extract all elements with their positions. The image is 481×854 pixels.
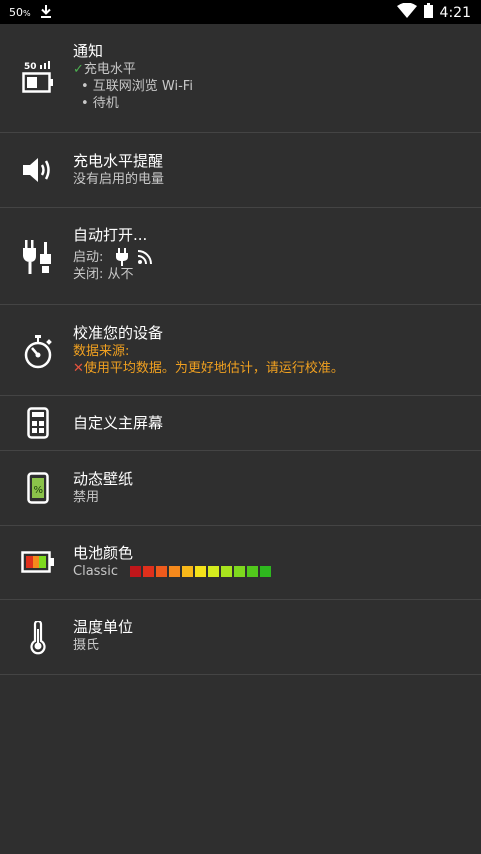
calibrate-text: 校准您的设备 数据来源: ✕使用平均数据。为更好地估计，请运行校准。 bbox=[73, 323, 471, 377]
calibrate-source-text: ✕使用平均数据。为更好地估计，请运行校准。 bbox=[73, 361, 344, 376]
notification-title: 通知 bbox=[73, 42, 104, 60]
wallpaper-setting[interactable]: % 动态壁纸 禁用 bbox=[0, 451, 481, 526]
temperature-title: 温度单位 bbox=[73, 618, 134, 636]
charge-alert-subtitle: 没有启用的电量 bbox=[73, 172, 165, 187]
battery-notification-icon: 50 bbox=[20, 60, 56, 94]
calibrate-setting[interactable]: 校准您的设备 数据来源: ✕使用平均数据。为更好地估计，请运行校准。 bbox=[0, 305, 481, 396]
battery-color-setting[interactable]: 电池颜色 Classic bbox=[0, 526, 481, 600]
temperature-text: 温度单位 摄氏 bbox=[73, 617, 471, 654]
clock: 4:21 bbox=[439, 4, 471, 21]
color-swatch bbox=[234, 566, 246, 577]
notification-item-charge: ✓充电水平 bbox=[73, 62, 136, 77]
notification-item-standby: • 待机 bbox=[81, 96, 119, 111]
home-screen-setting[interactable]: 自定义主屏幕 bbox=[0, 396, 481, 451]
color-swatch bbox=[156, 566, 168, 577]
color-swatch bbox=[260, 566, 272, 577]
thermometer-icon bbox=[20, 621, 56, 655]
battery-icon bbox=[423, 3, 433, 22]
auto-on-title: 自动打开... bbox=[73, 226, 148, 244]
cross-icon: ✕ bbox=[73, 361, 84, 376]
charge-alert-setting[interactable]: 充电水平提醒 没有启用的电量 bbox=[0, 133, 481, 208]
check-icon: ✓ bbox=[73, 62, 84, 77]
wifi-icon bbox=[396, 2, 417, 22]
color-swatch bbox=[208, 566, 220, 577]
wifi-small-icon bbox=[138, 250, 153, 264]
status-bar: 50% 4:21 bbox=[0, 0, 481, 24]
plug-small-icon bbox=[116, 248, 129, 266]
home-screen-text: 自定义主屏幕 bbox=[73, 413, 471, 433]
auto-on-start: 启动: bbox=[73, 248, 471, 266]
calibrate-title: 校准您的设备 bbox=[73, 324, 164, 342]
wallpaper-subtitle: 禁用 bbox=[73, 490, 100, 505]
battery-color-icon bbox=[20, 551, 56, 573]
battery-color-title: 电池颜色 bbox=[73, 544, 134, 562]
auto-on-text: 自动打开... 启动: 关闭: 从不 bbox=[73, 225, 471, 283]
speaker-icon bbox=[20, 155, 56, 185]
battery-color-subtitle: Classic bbox=[73, 563, 471, 580]
svg-text:%: % bbox=[34, 485, 44, 496]
plug-usb-icon bbox=[20, 240, 56, 274]
color-swatch bbox=[143, 566, 155, 577]
notification-setting[interactable]: 50 通知 ✓充电水平 • 互联网浏览 Wi-Fi • 待机 bbox=[0, 24, 481, 133]
auto-on-off: 关闭: 从不 bbox=[73, 267, 134, 282]
color-swatch bbox=[130, 566, 142, 577]
charge-alert-text: 充电水平提醒 没有启用的电量 bbox=[73, 151, 471, 188]
notification-item-wifi: • 互联网浏览 Wi-Fi bbox=[81, 79, 193, 94]
battery-percent: 50% bbox=[9, 6, 31, 19]
auto-on-setting[interactable]: 自动打开... 启动: 关闭: 从不 bbox=[0, 208, 481, 305]
calibrate-source-label: 数据来源: bbox=[73, 344, 130, 359]
color-swatches bbox=[130, 566, 272, 577]
color-swatch bbox=[221, 566, 233, 577]
notification-text: 通知 ✓充电水平 • 互联网浏览 Wi-Fi • 待机 bbox=[73, 41, 471, 112]
settings-list: 50 通知 ✓充电水平 • 互联网浏览 Wi-Fi • 待机 充电水平提醒 没有 bbox=[0, 24, 481, 675]
status-left: 50% bbox=[9, 4, 52, 21]
status-right: 4:21 bbox=[396, 2, 471, 22]
temperature-unit-setting[interactable]: 温度单位 摄氏 bbox=[0, 600, 481, 675]
charge-alert-title: 充电水平提醒 bbox=[73, 152, 164, 170]
wallpaper-phone-icon: % bbox=[20, 472, 56, 504]
stopwatch-icon bbox=[20, 335, 56, 369]
battery-color-text: 电池颜色 Classic bbox=[73, 543, 471, 580]
wallpaper-text: 动态壁纸 禁用 bbox=[73, 469, 471, 506]
phone-widget-icon bbox=[20, 407, 56, 439]
home-screen-title: 自定义主屏幕 bbox=[73, 414, 164, 432]
svg-text:50: 50 bbox=[24, 62, 37, 72]
color-swatch bbox=[195, 566, 207, 577]
color-swatch bbox=[169, 566, 181, 577]
color-swatch bbox=[247, 566, 259, 577]
temperature-subtitle: 摄氏 bbox=[73, 638, 100, 653]
download-icon bbox=[40, 4, 52, 21]
color-swatch bbox=[182, 566, 194, 577]
wallpaper-title: 动态壁纸 bbox=[73, 470, 134, 488]
